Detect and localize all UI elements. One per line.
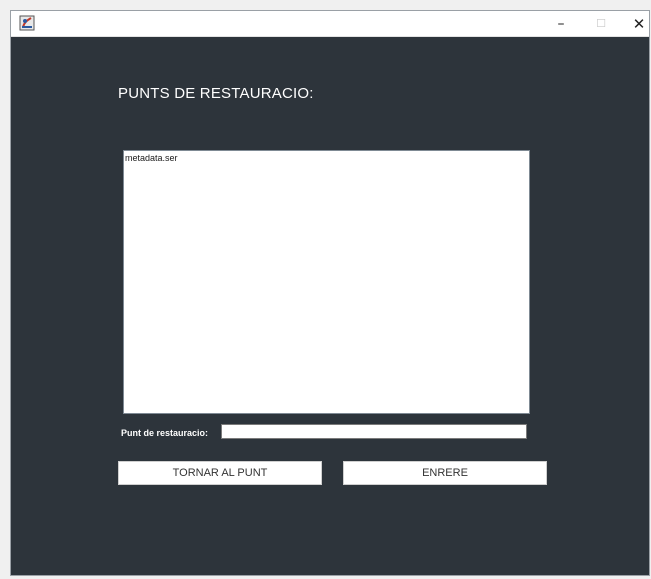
return-to-point-button[interactable]: TORNAR AL PUNT [118, 461, 322, 485]
restore-point-input[interactable] [221, 424, 527, 439]
restore-points-list[interactable]: metadata.ser [123, 150, 530, 414]
title-bar[interactable]: – ☐ ✕ [11, 11, 649, 37]
minimize-button[interactable]: – [543, 11, 579, 36]
restore-point-label: Punt de restauracio: [121, 428, 209, 438]
maximize-button[interactable]: ☐ [583, 11, 619, 36]
close-icon: ✕ [632, 14, 646, 33]
back-button[interactable]: ENRERE [343, 461, 547, 485]
app-window: – ☐ ✕ PUNTS DE RESTAURACIO: metadata.ser… [10, 10, 650, 576]
minimize-icon: – [557, 15, 565, 32]
close-button[interactable]: ✕ [621, 11, 649, 36]
back-button-label: ENRERE [422, 467, 468, 479]
page-title: PUNTS DE RESTAURACIO: [118, 85, 314, 102]
return-to-point-label: TORNAR AL PUNT [172, 467, 268, 479]
java-app-icon[interactable] [19, 15, 35, 31]
list-item[interactable]: metadata.ser [124, 151, 529, 164]
maximize-icon: ☐ [596, 17, 606, 30]
